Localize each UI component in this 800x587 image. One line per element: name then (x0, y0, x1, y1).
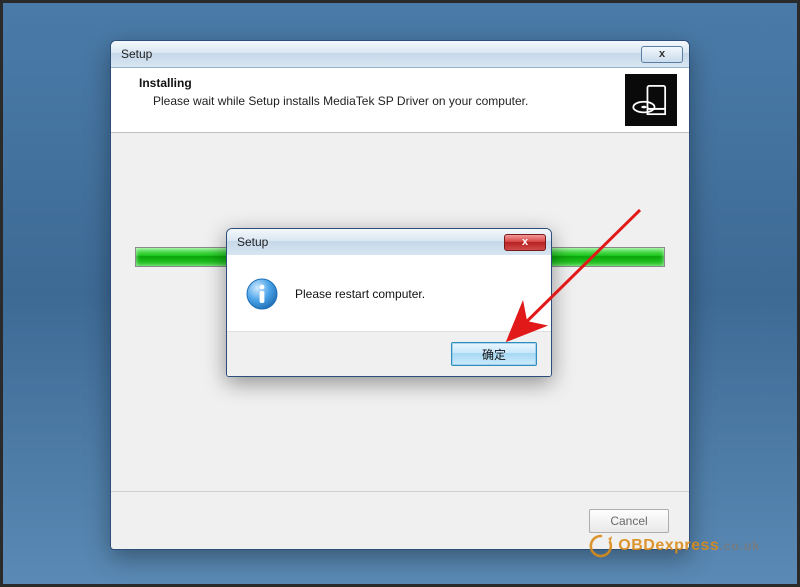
watermark-logo-icon (588, 533, 614, 559)
msgbox-footer: 确定 (227, 331, 551, 376)
restart-message-dialog: Setup x (226, 228, 552, 377)
watermark-text: OBDexpress.co.uk (618, 537, 760, 555)
wizard-close-button[interactable]: x (641, 46, 683, 63)
close-icon: x (659, 48, 665, 60)
info-icon (245, 277, 279, 311)
msgbox-body: Please restart computer. (227, 255, 551, 331)
wizard-body: Setup x (111, 133, 689, 491)
msgbox-title: Setup (237, 235, 504, 249)
close-icon: x (522, 236, 528, 248)
wizard-header: Installing Please wait while Setup insta… (111, 68, 689, 133)
ok-button-label: 确定 (482, 346, 506, 363)
msgbox-close-button[interactable]: x (504, 234, 546, 251)
msgbox-titlebar[interactable]: Setup x (227, 229, 551, 255)
watermark-brand: OBDexpress (618, 537, 719, 554)
cancel-button[interactable]: Cancel (589, 509, 669, 533)
watermark: OBDexpress.co.uk (588, 533, 760, 559)
setup-wizard-window: Setup x Installing Please wait while Set… (110, 40, 690, 550)
wizard-titlebar[interactable]: Setup x (111, 41, 689, 68)
wizard-header-title: Installing (139, 76, 528, 90)
wizard-header-subtitle: Please wait while Setup installs MediaTe… (139, 94, 528, 108)
installer-disc-icon (625, 74, 677, 126)
msgbox-message: Please restart computer. (295, 287, 425, 301)
watermark-suffix: .co.uk (719, 539, 760, 553)
ok-button[interactable]: 确定 (451, 342, 537, 366)
cancel-button-label: Cancel (610, 514, 647, 528)
wizard-header-text: Installing Please wait while Setup insta… (139, 76, 528, 108)
wizard-title: Setup (121, 47, 641, 61)
